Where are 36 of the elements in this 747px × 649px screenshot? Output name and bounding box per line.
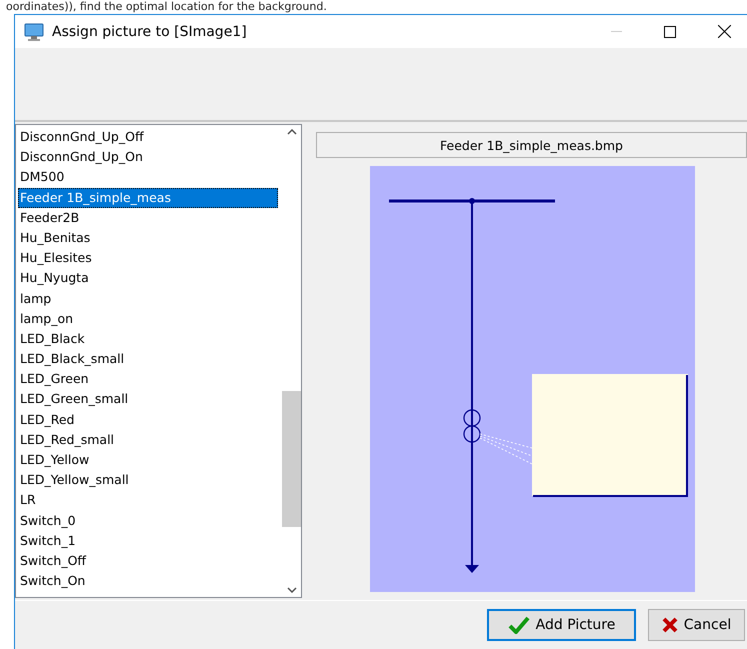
list-item[interactable]: LED_Green: [18, 369, 278, 390]
file-name-header: Feeder 1B_simple_meas.bmp: [316, 132, 747, 158]
list-item[interactable]: Switch_0: [18, 510, 278, 531]
list-item[interactable]: DisconnGnd_Up_Off: [18, 127, 278, 148]
cross-icon: [662, 617, 678, 633]
list-item[interactable]: LED_Green_small: [18, 389, 278, 410]
document-text: oordinates)), find the optimal location for the background.: [5, 0, 328, 14]
list-item[interactable]: Hu_Elesites: [18, 248, 278, 268]
list-item[interactable]: lamp: [18, 288, 278, 309]
list-item[interactable]: DM500: [18, 167, 278, 188]
list-item[interactable]: LED_Black: [18, 328, 278, 350]
list-item[interactable]: LED_Yellow_small: [18, 470, 278, 490]
scroll-up-icon[interactable]: [286, 129, 296, 135]
list-item[interactable]: Hu_Nyugta: [18, 268, 278, 288]
checkmark-icon: [508, 616, 530, 634]
window-title: Assign picture to [SImage1]: [52, 24, 248, 40]
list-item[interactable]: Switch_Off: [18, 550, 278, 572]
minimize-icon: [610, 30, 622, 32]
list-item[interactable]: LED_Yellow: [18, 450, 278, 470]
list-item[interactable]: LR: [18, 490, 278, 511]
list-item[interactable]: Feeder2B: [18, 208, 278, 228]
list-item[interactable]: Switch_1: [18, 530, 278, 551]
monitor-icon: [24, 22, 44, 42]
list-item[interactable]: Hu_Benitas: [18, 228, 278, 248]
list-item[interactable]: DisconnGnd_Up_On: [18, 147, 278, 168]
list-item[interactable]: lamp_on: [18, 308, 278, 329]
scroll-down-icon[interactable]: [286, 587, 296, 593]
list-item[interactable]: LED_Red_small: [18, 430, 278, 450]
list-item[interactable]: Feeder 1B_simple_meas: [18, 188, 278, 208]
add-picture-button[interactable]: Add Picture: [487, 609, 636, 641]
list-item[interactable]: LED_Black_small: [18, 349, 278, 370]
list-item[interactable]: Switch_On: [18, 571, 278, 592]
close-icon: [718, 25, 730, 38]
cancel-button[interactable]: Cancel: [648, 609, 745, 641]
list-item[interactable]: LED_Red: [18, 410, 278, 430]
maximize-icon: [664, 26, 676, 38]
